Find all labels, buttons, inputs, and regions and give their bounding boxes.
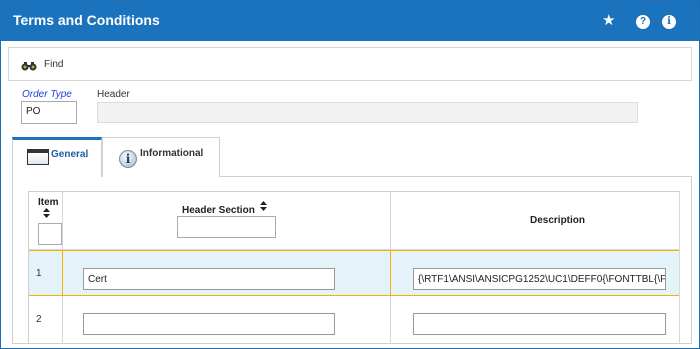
header-section-cell[interactable] <box>83 313 335 335</box>
row-number: 1 <box>36 268 42 279</box>
column-header-section[interactable]: Header Section <box>182 205 255 216</box>
header-label: Header <box>97 89 130 100</box>
tab-informational[interactable]: i Informational <box>102 137 220 177</box>
window-icon <box>27 149 49 165</box>
grid-divider <box>62 251 63 296</box>
order-type-label[interactable]: Order Type <box>22 89 72 100</box>
column-header-item[interactable]: Item <box>38 197 59 208</box>
toolbar: Find <box>8 47 692 81</box>
tab-informational-label: Informational <box>140 148 204 159</box>
item-filter-input[interactable] <box>38 223 62 245</box>
sort-icon[interactable] <box>43 208 50 218</box>
tab-general[interactable]: General <box>12 137 102 177</box>
star-icon[interactable]: ★ <box>602 13 616 28</box>
binoculars-icon <box>21 62 37 71</box>
order-type-input[interactable]: PO <box>21 101 77 124</box>
header-input <box>97 102 638 123</box>
description-cell[interactable] <box>413 313 666 335</box>
column-header-description[interactable]: Description <box>530 215 585 226</box>
find-label: Find <box>44 59 64 70</box>
sort-icon[interactable] <box>260 201 267 211</box>
info-icon: i <box>119 150 137 168</box>
grid-divider <box>679 192 680 344</box>
title-bar: Terms and Conditions ★ ? i <box>1 1 699 41</box>
find-button[interactable]: Find <box>15 52 75 76</box>
row-number: 2 <box>36 314 42 325</box>
help-icon[interactable]: ? <box>636 15 650 29</box>
info-icon[interactable]: i <box>662 15 676 29</box>
header-section-cell[interactable]: Cert <box>83 268 335 290</box>
description-cell[interactable]: {\RTF1\ANSI\ANSICPG1252\UC1\DEFF0{\FONTT… <box>413 268 666 290</box>
grid-divider <box>390 251 391 296</box>
window-title: Terms and Conditions <box>13 12 160 28</box>
header-section-filter-input[interactable] <box>177 216 276 238</box>
tab-general-label: General <box>51 149 89 160</box>
